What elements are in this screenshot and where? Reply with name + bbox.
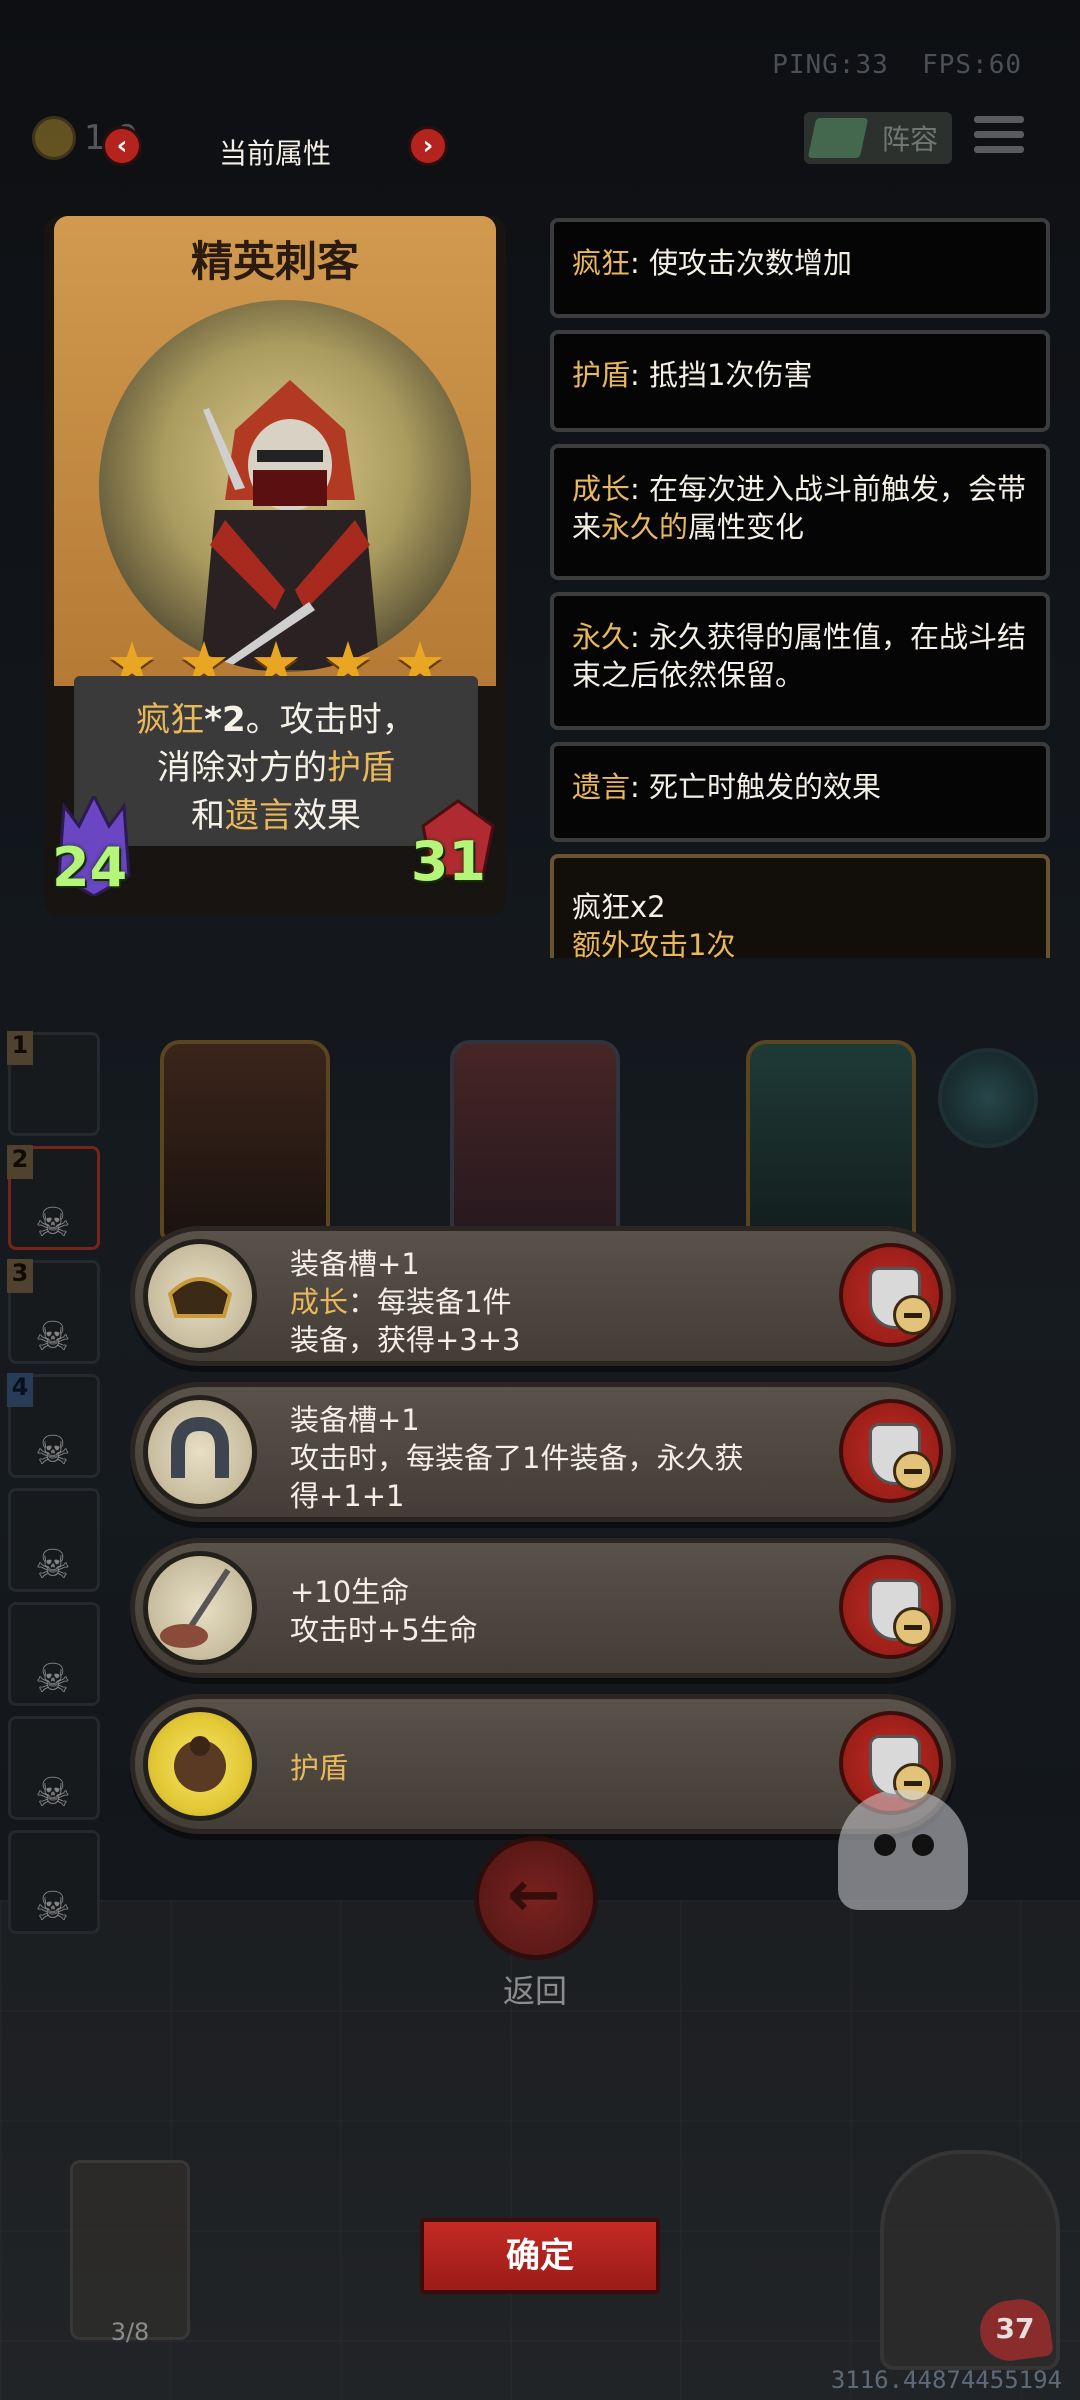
equipment-item-3[interactable]: +10生命 攻击时+5生命 (130, 1538, 956, 1678)
equipment-line2: ：每装备1件 (348, 1285, 512, 1319)
equipment-text: 装备槽+1 攻击时，每装备了1件装备，永久获 得+1+1 (290, 1401, 821, 1515)
keyword-name: 护盾 (572, 358, 631, 392)
extra-effect-title: 疯狂x2 (572, 890, 666, 924)
keyword-desc: : 死亡时触发的效果 (630, 770, 882, 804)
lineup-label: 阵容 (881, 123, 938, 156)
assassin-figure (200, 380, 380, 670)
extra-effect-panel: 疯狂x2 额外攻击1次 (550, 854, 1050, 962)
hero-card: 精英刺客 ★ ★ ★ ★ ★ 疯狂*2。攻击时， 消除对方的护盾 和遗言效果 2… (44, 216, 506, 916)
desc-line3-post: 效果 (293, 796, 361, 836)
equipment-line1: +10生命 (290, 1575, 410, 1609)
horseshoe-icon (143, 1395, 257, 1509)
keyword-panel-growth: 成长: 在每次进入战斗前触发，会带来永久的属性变化 (550, 444, 1050, 580)
confirm-button[interactable]: 确定 (420, 2218, 660, 2294)
attribute-header: ‹ 当前属性 › (102, 126, 448, 174)
frenzy-multiplier: *2 (204, 700, 246, 740)
keyword-desc: : 永久获得的属性值，在战斗结束之后依然保留。 (572, 620, 1027, 692)
keyword-desc-end: 属性变化 (688, 510, 805, 544)
menu-icon[interactable] (974, 116, 1024, 160)
health-value: 31 (410, 830, 486, 893)
keyword-desc: : 使攻击次数增加 (630, 246, 853, 280)
ping-text: PING:33 (772, 50, 889, 80)
equipment-item-4[interactable]: 护盾 (130, 1694, 956, 1834)
keyword-name: 疯狂 (572, 246, 631, 280)
minus-icon (893, 1451, 933, 1491)
prev-arrow-button[interactable]: ‹ (102, 126, 142, 166)
book-icon (807, 118, 869, 158)
desc-line3-pre: 和 (191, 796, 225, 836)
keyword-shield[interactable]: 护盾 (327, 748, 395, 788)
armor-icon (143, 1239, 257, 1353)
keyword-name: 永久 (572, 620, 631, 654)
keyword-frenzy[interactable]: 疯狂 (136, 700, 204, 740)
remove-equipment-button[interactable] (839, 1555, 943, 1659)
keyword-inline: 永久的 (601, 510, 689, 544)
keyword-desc: : 抵挡1次伤害 (630, 358, 813, 392)
assassin-portrait (99, 300, 471, 672)
keyword-name: 遗言 (572, 770, 631, 804)
equipment-line2: 攻击时+5生命 (290, 1613, 478, 1647)
keyword-panel-shield: 护盾: 抵挡1次伤害 (550, 330, 1050, 432)
equipment-line2: 攻击时，每装备了1件装备，永久获 (290, 1441, 744, 1475)
minus-icon (893, 1607, 933, 1647)
ticket-card[interactable] (70, 2160, 190, 2340)
keyword-panel-permanent: 永久: 永久获得的属性值，在战斗结束之后依然保留。 (550, 592, 1050, 730)
equipment-text: 护盾 (290, 1749, 821, 1787)
card-frame: 精英刺客 (54, 216, 496, 686)
keyword-deathrattle[interactable]: 遗言 (225, 796, 293, 836)
extra-effect-desc: 额外攻击1次 (572, 928, 736, 962)
equipment-item-2[interactable]: 装备槽+1 攻击时，每装备了1件装备，永久获 得+1+1 (130, 1382, 956, 1522)
keyword-name: 成长 (572, 472, 631, 506)
attack-value: 24 (52, 836, 128, 899)
shield-buff-icon (143, 1707, 257, 1821)
coin-icon (32, 116, 76, 160)
keyword-shield[interactable]: 护盾 (290, 1751, 348, 1785)
back-label: 返回 (502, 1972, 567, 2010)
equipment-line3: 装备，获得+3+3 (290, 1323, 521, 1357)
remove-equipment-button[interactable] (839, 1399, 943, 1503)
attribute-title: 当前属性 (218, 137, 331, 170)
equipment-text: 装备槽+1 成长：每装备1件 装备，获得+3+3 (290, 1245, 821, 1359)
equipment-text: +10生命 攻击时+5生命 (290, 1573, 821, 1649)
hero-name: 精英刺客 (190, 237, 359, 286)
back-arrow-icon: ← (507, 1858, 561, 1932)
equipment-item-1[interactable]: 装备槽+1 成长：每装备1件 装备，获得+3+3 (130, 1226, 956, 1366)
ghost-mascot (838, 1790, 968, 1910)
coordinate-readout: 3116.44874455194 (830, 2366, 1062, 2394)
remove-equipment-button[interactable] (839, 1243, 943, 1347)
keyword-panel-frenzy: 疯狂: 使攻击次数增加 (550, 218, 1050, 318)
next-arrow-button[interactable]: › (408, 126, 448, 166)
equipment-line1: 装备槽+1 (290, 1403, 420, 1437)
desc-line2: 消除对方的 (157, 748, 327, 788)
player-health: 37 (995, 2312, 1035, 2345)
ping-fps-readout: PING:33 FPS:60 (772, 50, 1022, 80)
lineup-button[interactable]: 阵容 (804, 112, 952, 164)
keyword-growth[interactable]: 成长 (290, 1285, 348, 1319)
desc-line1: 。攻击时， (245, 700, 416, 740)
fps-text: FPS:60 (922, 50, 1022, 80)
equipment-line3: 得+1+1 (290, 1479, 405, 1513)
ticket-count: 3/8 (110, 2318, 150, 2346)
equipment-line1: 装备槽+1 (290, 1247, 420, 1281)
back-button[interactable]: ← (474, 1836, 598, 1960)
meat-skewer-icon (143, 1551, 257, 1665)
minus-icon (893, 1295, 933, 1335)
keyword-panel-deathrattle: 遗言: 死亡时触发的效果 (550, 742, 1050, 842)
